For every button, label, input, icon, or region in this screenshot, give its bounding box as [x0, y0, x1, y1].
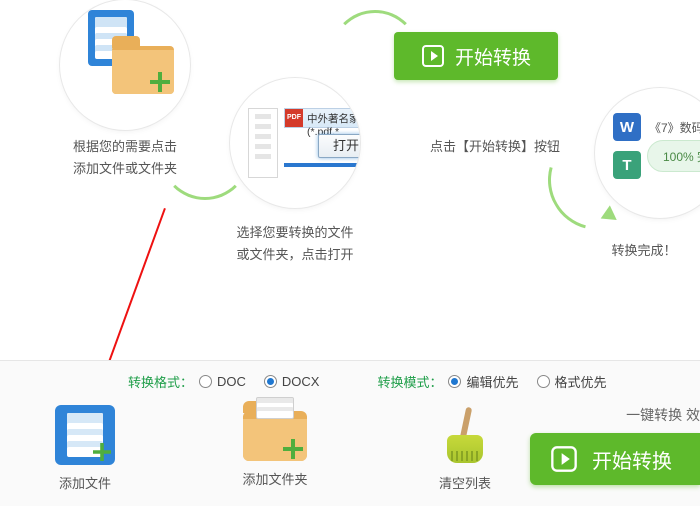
pdf-badge-icon: PDF: [285, 109, 303, 127]
folder-icon: [112, 46, 174, 94]
mode-edit-radio[interactable]: 编辑优先: [448, 372, 518, 391]
format-label: 转换格式：: [128, 372, 193, 391]
step4-progress-bubble: 100% 完成: [647, 140, 700, 172]
broom-icon: [435, 405, 495, 465]
open-button-illustration: 打开: [318, 134, 360, 158]
add-file-icon: [55, 405, 115, 465]
start-convert-button[interactable]: 开始转换: [530, 433, 700, 485]
format-docx-radio[interactable]: DOCX: [264, 374, 320, 389]
step3-start-button-illustration: 开始转换: [394, 32, 558, 80]
add-folder-icon: [243, 411, 307, 461]
add-file-button[interactable]: 添加文件: [30, 405, 140, 505]
callout-arrow: [100, 208, 166, 385]
mode-format-radio[interactable]: 格式优先: [537, 372, 607, 391]
word-badge-icon: W: [613, 113, 641, 141]
format-doc-radio[interactable]: DOC: [199, 374, 246, 389]
step4-file1: 《7》数码摄: [649, 119, 700, 136]
play-icon: [550, 445, 578, 473]
step2-illustration: PDF 中外著名家(*.pdf,* 打开: [230, 78, 360, 208]
step1-illustration: [60, 0, 190, 130]
play-icon: [421, 44, 445, 68]
options-row: 转换格式： DOC DOCX 转换模式： 编辑优先 格式优先: [128, 369, 700, 393]
toolbar: 转换格式： DOC DOCX 转换模式： 编辑优先 格式优先 添加文件 添加文件…: [0, 360, 700, 506]
text-badge-icon: T: [613, 151, 641, 179]
tagline: 一键转换 效: [626, 405, 700, 425]
step4-caption: 转换完成！: [584, 240, 700, 262]
clear-list-button[interactable]: 清空列表: [410, 405, 520, 505]
step2-caption: 选择您要转换的文件 或文件夹，点击打开: [214, 222, 376, 266]
mode-label: 转换模式：: [377, 372, 442, 391]
add-folder-button[interactable]: 添加文件夹: [220, 405, 330, 505]
